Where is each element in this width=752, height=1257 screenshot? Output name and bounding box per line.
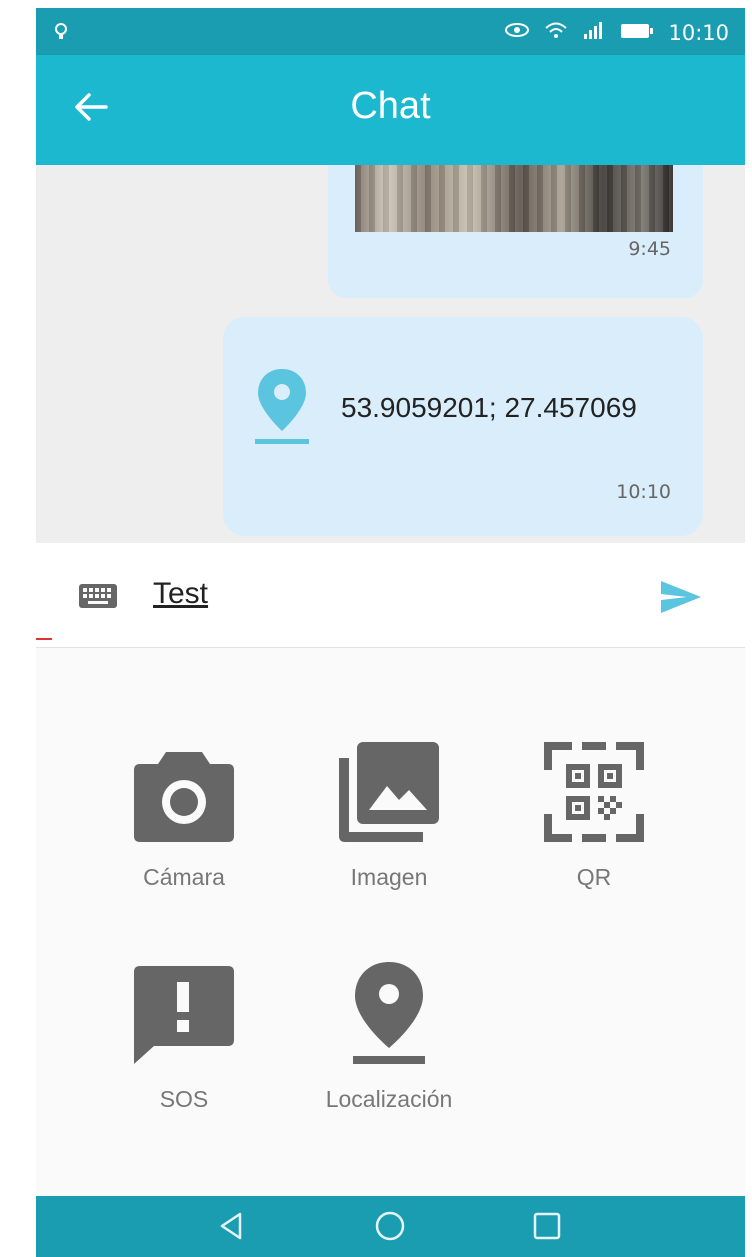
- attachment-panel: Cámara Imagen QR SOS Localización: [36, 648, 745, 1196]
- attach-label: Localización: [325, 1086, 453, 1112]
- message-time: 9:45: [628, 238, 671, 260]
- eye-icon: [504, 20, 530, 45]
- attach-label: QR: [576, 864, 612, 890]
- message-input[interactable]: Test: [153, 577, 208, 611]
- notification-icon: [54, 22, 68, 44]
- edge-mark: [36, 638, 52, 640]
- system-nav-bar: [36, 1196, 745, 1257]
- message-list[interactable]: 9:45 53.9059201; 27.457069 10:10: [36, 165, 745, 543]
- attach-sos[interactable]: SOS: [104, 956, 264, 1113]
- alert-message-icon: [104, 956, 264, 1066]
- message-composer: Test: [36, 543, 745, 648]
- status-bar: 10:10: [36, 8, 745, 55]
- attach-camera[interactable]: Cámara: [104, 734, 264, 891]
- nav-home-icon[interactable]: [373, 1210, 407, 1246]
- signal-icon: [582, 20, 606, 45]
- wifi-icon: [544, 20, 568, 45]
- attach-label: SOS: [159, 1086, 209, 1112]
- attach-label: Cámara: [143, 864, 225, 890]
- location-pin-icon: [309, 956, 469, 1066]
- attach-location[interactable]: Localización: [309, 956, 469, 1113]
- nav-back-icon[interactable]: [216, 1210, 248, 1246]
- message-bubble-image[interactable]: 9:45: [328, 165, 703, 298]
- battery-icon: [620, 21, 654, 45]
- attach-image[interactable]: Imagen: [309, 734, 469, 891]
- image-gallery-icon: [309, 734, 469, 844]
- status-time: 10:10: [668, 20, 729, 45]
- phone-screen: 10:10 Chat 9:45 53.9059201; 27.457069 10…: [36, 8, 745, 1257]
- attach-label: Imagen: [350, 864, 428, 890]
- camera-icon: [104, 734, 264, 844]
- nav-recents-icon[interactable]: [531, 1210, 563, 1246]
- attach-qr[interactable]: QR: [514, 734, 674, 891]
- location-pin-icon: [253, 365, 311, 451]
- message-time: 10:10: [616, 481, 671, 503]
- message-bubble-location[interactable]: 53.9059201; 27.457069 10:10: [223, 317, 703, 536]
- page-title: Chat: [350, 85, 431, 127]
- app-bar: Chat: [36, 55, 745, 165]
- qr-code-icon: [514, 734, 674, 844]
- message-photo[interactable]: [355, 165, 673, 232]
- keyboard-icon[interactable]: [78, 583, 118, 613]
- location-coordinates: 53.9059201; 27.457069: [341, 392, 637, 423]
- send-icon[interactable]: [659, 579, 703, 619]
